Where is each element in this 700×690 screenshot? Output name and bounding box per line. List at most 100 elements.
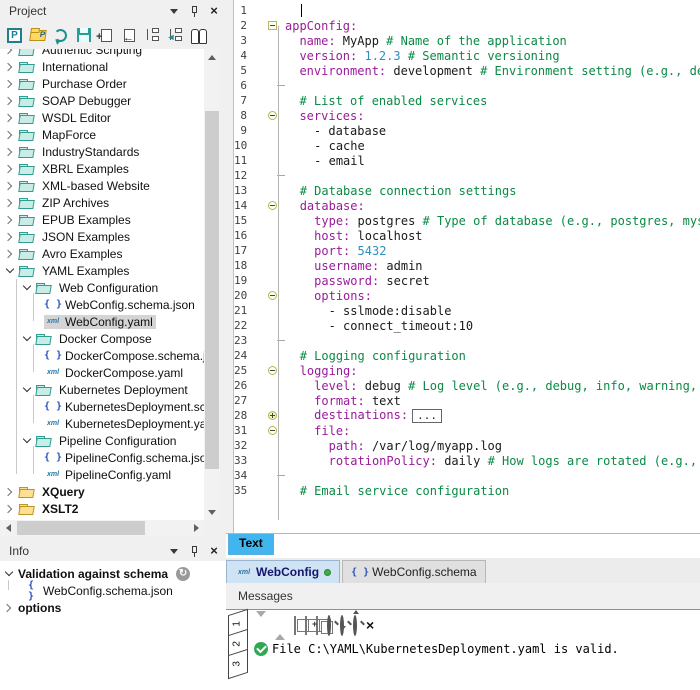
chevron-right-icon[interactable] [4,214,16,226]
view-tab-text[interactable]: Text [228,534,274,555]
code-line[interactable]: 35 # Email service configuration [234,483,700,498]
chevron-right-icon[interactable] [4,163,16,175]
tree-item[interactable]: ZIP Archives [0,194,204,211]
code-line[interactable]: 28 destinations:... [234,408,700,423]
tree-item[interactable]: JSON Examples [0,228,204,245]
code-line[interactable]: 27 format: text [234,393,700,408]
chevron-right-icon[interactable] [4,503,16,515]
info-item[interactable]: options [0,599,226,616]
chevron-right-icon[interactable] [4,486,16,498]
code-line[interactable]: 20 options: [234,288,700,303]
fold-collapse-icon[interactable] [268,111,277,120]
toolbar-button-save-project[interactable] [72,24,95,47]
chevron-right-icon[interactable] [4,49,16,56]
tree-item[interactable]: xmlPipelineConfig.yaml [0,466,204,483]
tree-item[interactable]: xmlWebConfig.yaml [0,313,204,330]
scroll-right-button[interactable] [188,520,204,536]
fold-expand-icon[interactable] [268,411,277,420]
chevron-down-icon[interactable] [21,435,33,447]
tree-item[interactable]: xmlDockerCompose.yaml [0,364,204,381]
messages-toolbar-button-copy-message-plus[interactable] [305,617,307,635]
file-tab[interactable]: xmlWebConfig [226,560,340,583]
toolbar-button-open-project[interactable]: P [26,24,49,47]
toolbar-button-find-in-project[interactable] [187,24,210,47]
chevron-right-icon[interactable] [4,231,16,243]
tree-item[interactable]: SOAP Debugger [0,92,204,109]
chevron-right-icon[interactable] [4,112,16,124]
message-entry[interactable]: File C:\YAML\KubernetesDeployment.yaml i… [254,640,696,657]
vertical-splitter[interactable] [226,0,233,533]
tree-hscroll-thumb[interactable] [17,521,145,535]
panel-pin-button[interactable] [186,544,202,558]
code-line[interactable]: 18 username: admin [234,258,700,273]
toolbar-button-new-project[interactable]: P [3,24,26,47]
fold-collapse-box-icon[interactable] [268,21,277,30]
code-line[interactable]: 25 logging: [234,363,700,378]
toolbar-button-add-project-folder[interactable] [141,24,164,47]
chevron-right-icon[interactable] [4,248,16,260]
tree-item[interactable]: Docker Compose [0,330,204,347]
chevron-right-icon[interactable] [4,95,16,107]
tree-item[interactable]: Authentic Scripting [0,49,204,58]
chevron-right-icon[interactable] [4,61,16,73]
tree-item[interactable]: Kubernetes Deployment [0,381,204,398]
messages-toolbar-button-scroll-up[interactable] [275,617,285,635]
messages-toolbar-button-find-next[interactable] [340,617,344,635]
tree-item[interactable]: Pipeline Configuration [0,432,204,449]
code-line[interactable]: 34 [234,468,700,483]
fold-collapse-icon[interactable] [268,366,277,375]
tree-item[interactable]: International [0,58,204,75]
tree-item[interactable]: EPUB Examples [0,211,204,228]
code-line[interactable]: 26 level: debug # Log level (e.g., debug… [234,378,700,393]
toolbar-button-reload-project[interactable] [49,24,72,47]
panel-menu-button[interactable] [166,544,182,558]
toolbar-button-add-files[interactable]: + [95,24,118,47]
code-line[interactable]: 9 - database [234,123,700,138]
toolbar-button-add-external-file[interactable]: ← [118,24,141,47]
tree-item[interactable]: Avro Examples [0,245,204,262]
code-line[interactable]: 21 - sslmode:disable [234,303,700,318]
code-line[interactable]: 2appConfig: [234,18,700,33]
code-line[interactable]: 23 [234,333,700,348]
code-line[interactable]: 8 services: [234,108,700,123]
tree-item[interactable]: MapForce [0,126,204,143]
chevron-down-icon[interactable] [21,282,33,294]
code-line[interactable]: 12 [234,168,700,183]
code-line[interactable]: 15 type: postgres # Type of database (e.… [234,213,700,228]
tree-item[interactable]: WSDL Editor [0,109,204,126]
chevron-down-icon[interactable] [4,265,16,277]
fold-collapse-icon[interactable] [268,291,277,300]
scroll-up-button[interactable] [204,49,220,65]
toolbar-button-add-external-folder[interactable]: ◄ [164,24,187,47]
tree-vscroll-thumb[interactable] [205,111,219,469]
code-line[interactable]: 7 # List of enabled services [234,93,700,108]
chevron-right-icon[interactable] [3,602,15,614]
chevron-right-icon[interactable] [4,129,16,141]
code-line[interactable]: 14 database: [234,198,700,213]
file-tab[interactable]: { }WebConfig.schema [342,560,486,583]
tree-item[interactable]: XQuery [0,483,204,500]
messages-toolbar-button-copy-message[interactable] [294,617,296,635]
code-line[interactable]: 1 [234,3,700,18]
code-line[interactable]: 24 # Logging configuration [234,348,700,363]
panel-close-button[interactable]: × [206,544,222,558]
messages-toolbar-button-find-previous[interactable] [353,617,357,635]
chevron-right-icon[interactable] [4,146,16,158]
chevron-down-icon[interactable] [21,384,33,396]
fold-collapse-icon[interactable] [268,426,277,435]
chevron-right-icon[interactable] [4,197,16,209]
code-line[interactable]: 33 rotationPolicy: daily # How logs are … [234,453,700,468]
messages-tab-3[interactable]: 3 [228,649,248,679]
code-line[interactable]: 4 version: 1.2.3 # Semantic versioning [234,48,700,63]
text-editor[interactable]: 12appConfig:3 name: MyApp # Name of the … [233,0,700,533]
tree-item[interactable]: IndustryStandards [0,143,204,160]
tree-item[interactable]: XML-based Website [0,177,204,194]
code-line[interactable]: 17 port: 5432 [234,243,700,258]
tree-item[interactable]: xmlKubernetesDeployment.yaml [0,415,204,432]
code-line[interactable]: 31 file: [234,423,700,438]
messages-toolbar-button-find[interactable] [327,617,331,635]
chevron-down-icon[interactable] [21,333,33,345]
panel-pin-button[interactable] [186,4,202,18]
update-schema-icon[interactable]: ↻ [176,567,190,581]
code-line[interactable]: 16 host: localhost [234,228,700,243]
